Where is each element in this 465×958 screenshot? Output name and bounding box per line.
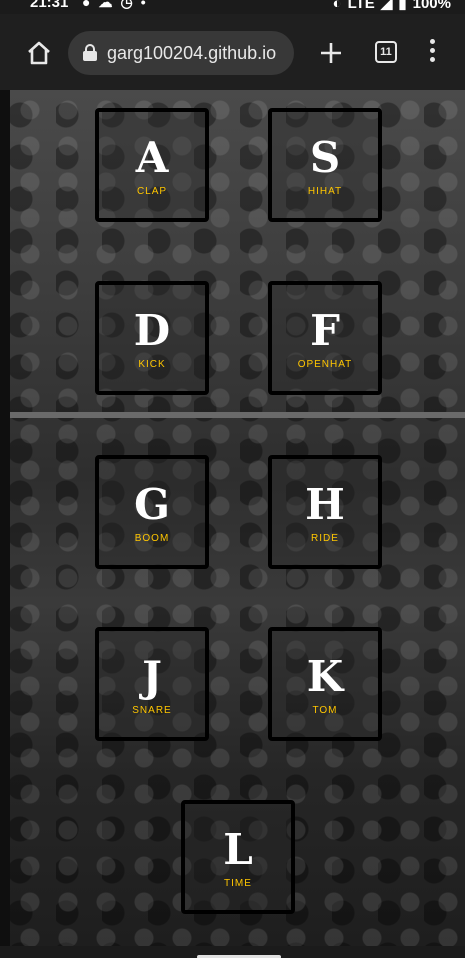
battery-icon: ▮ — [398, 0, 407, 12]
sound-label: snare — [132, 705, 172, 716]
drum-key-g[interactable]: G boom — [95, 455, 209, 569]
tab-switcher-button[interactable]: 11 — [375, 41, 397, 63]
tab-count: 11 — [380, 46, 392, 58]
key-letter: K — [306, 652, 344, 701]
sound-label: tom — [312, 705, 338, 716]
network-label: LTE — [347, 0, 375, 12]
sound-label: openhat — [297, 359, 353, 370]
dot-icon: • — [140, 0, 146, 10]
key-letter: J — [142, 652, 162, 701]
drum-key-k[interactable]: K tom — [268, 627, 382, 741]
address-bar[interactable]: garg100204.github.io — [68, 31, 294, 75]
sound-label: ride — [311, 533, 339, 544]
cloud-icon: ☁ — [98, 0, 113, 10]
drum-key-a[interactable]: A clap — [95, 108, 209, 222]
key-letter: S — [309, 133, 341, 182]
drum-key-f[interactable]: F openhat — [268, 281, 382, 395]
home-icon[interactable] — [24, 38, 54, 68]
sound-label: hihat — [307, 186, 343, 197]
sound-label: time — [224, 878, 252, 889]
system-icons: ◐ LTE ◢ ▮ 100% — [333, 0, 451, 12]
browser-toolbar: garg100204.github.io 11 — [0, 14, 465, 90]
notification-icons: ● ☁ ◷ • — [82, 0, 146, 11]
alarm-icon: ◷ — [120, 0, 133, 10]
page-edge — [0, 90, 10, 946]
new-tab-icon[interactable] — [318, 40, 344, 66]
url-text: garg100204.github.io — [107, 42, 277, 63]
navigation-bar — [0, 946, 465, 958]
drum-key-l[interactable]: L time — [181, 800, 295, 914]
dnd-icon: ◐ — [332, 0, 342, 12]
drum-key-h[interactable]: H ride — [268, 455, 382, 569]
key-letter: L — [223, 825, 253, 874]
signal-icon: ◢ — [380, 0, 393, 12]
sound-label: clap — [136, 186, 168, 197]
sound-label: kick — [138, 359, 166, 370]
key-letter: F — [310, 306, 340, 355]
sound-label: boom — [134, 533, 170, 544]
drum-key-d[interactable]: D kick — [95, 281, 209, 395]
key-letter: G — [134, 480, 170, 529]
key-letter: H — [305, 480, 345, 529]
drum-key-j[interactable]: J snare — [95, 627, 209, 741]
key-letter: D — [133, 306, 171, 355]
drum-key-s[interactable]: S hihat — [268, 108, 382, 222]
more-menu-icon[interactable] — [426, 39, 438, 67]
drum-kit-page: A clap S hihat D kick F openhat G boom H… — [10, 90, 465, 946]
status-bar: 21:31 ● ☁ ◷ • ◐ LTE ◢ ▮ 100% — [0, 0, 465, 14]
chat-icon: ● — [82, 0, 91, 10]
lock-icon — [83, 44, 97, 61]
battery-level: 100% — [412, 0, 451, 12]
key-letter: A — [135, 133, 169, 182]
status-time: 21:31 — [30, 0, 69, 11]
